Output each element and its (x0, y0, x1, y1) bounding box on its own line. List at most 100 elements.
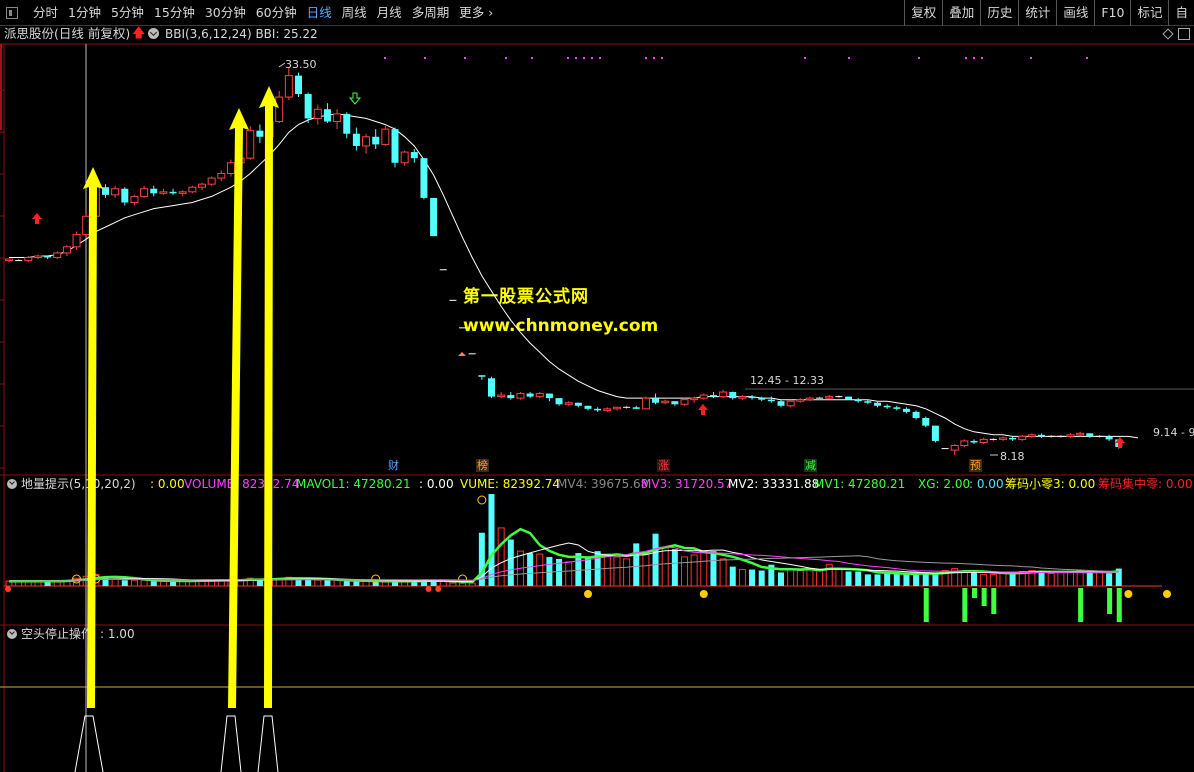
candle-body-down (1009, 437, 1017, 440)
volume-bar (845, 571, 852, 586)
candle-body-down (430, 197, 438, 237)
candle-body-down (44, 255, 52, 258)
marker-reduce[interactable]: 减 (804, 459, 817, 472)
timeframe-tab-3[interactable]: 15分钟 (149, 0, 200, 26)
event-dot (464, 57, 466, 59)
stock-chart[interactable] (0, 0, 1194, 772)
volume-bar (516, 550, 524, 587)
low-price-annotation: 8.18 (1000, 450, 1025, 463)
marker-forecast[interactable]: 预 (969, 459, 982, 472)
volume-bar (507, 539, 514, 586)
candle-body-down (874, 402, 881, 406)
volume-bar (401, 580, 409, 587)
timeframe-tab-9[interactable]: 多周期 (407, 0, 455, 26)
volume-bar (671, 549, 678, 586)
volume-bar (468, 582, 476, 587)
signal-spike (74, 715, 104, 772)
candle-body-down (864, 401, 872, 403)
toolbar-button-6[interactable]: 标记 (1130, 0, 1168, 26)
volume-bar (738, 569, 746, 587)
volume-bar (585, 556, 591, 586)
candle-body-down (574, 402, 582, 406)
volume-value-0: : 0.00 (150, 477, 185, 491)
candle-body-up (497, 394, 506, 398)
volume-bar (459, 582, 467, 587)
volume-bar (796, 570, 804, 587)
timeframe-tab-8[interactable]: 月线 (372, 0, 407, 26)
volume-value-4: VUME: 82392.74 (460, 477, 561, 491)
timeframe-tab-6[interactable]: 日线 (302, 0, 337, 26)
volume-ma-20 (9, 546, 1119, 582)
volume-bar (130, 579, 138, 587)
high-price-annotation: 33.50 (285, 58, 317, 71)
volume-bar (449, 582, 457, 587)
volume-bar (1095, 571, 1103, 587)
volume-value-10: : 0.00 (969, 477, 1004, 491)
volume-bar (536, 553, 544, 587)
candle-body-down (767, 399, 775, 402)
candle-body-up (950, 445, 959, 451)
toolbar-button-4[interactable]: 画线 (1056, 0, 1094, 26)
timeframe-tab-4[interactable]: 30分钟 (200, 0, 251, 26)
volume-bar (864, 574, 871, 586)
low-volume-signal-bar (962, 588, 968, 622)
toolbar-button-0[interactable]: 复权 (904, 0, 942, 26)
candle-body-up (333, 113, 342, 122)
volume-value-1: VOLUME: 82392.74 (184, 477, 300, 491)
volume-bar (806, 568, 814, 587)
marker-ranking[interactable]: 榜 (476, 459, 489, 472)
diamond-icon[interactable] (1162, 28, 1174, 40)
volume-value-7: MV2: 33331.88 (728, 477, 820, 491)
timeframe-tab-7[interactable]: 周线 (337, 0, 372, 26)
candle-body-up (53, 252, 62, 259)
main-chart-header: 派思股份(日线 前复权) 🡅 BBI(3,6,12,24) BBI: 25.22 (0, 26, 1194, 44)
bbi-indicator[interactable]: BBI(3,6,12,24) BBI: 25.22 (165, 26, 318, 42)
bbi-line (9, 113, 1139, 439)
signal-panel-menu-icon[interactable] (7, 629, 17, 639)
volume-ma-5 (9, 527, 1119, 584)
marker-financial[interactable]: 财 (387, 459, 400, 472)
indicator-menu-icon[interactable] (148, 28, 159, 39)
timeframe-tab-2[interactable]: 5分钟 (106, 0, 149, 26)
toolbar-button-3[interactable]: 统计 (1018, 0, 1056, 26)
signal-panel-value: : 1.00 (100, 627, 135, 641)
candle-body-up (62, 246, 71, 254)
marker-limit-up[interactable]: 涨 (657, 459, 670, 472)
volume-bar (787, 569, 795, 587)
candle-body-down (150, 188, 158, 194)
volume-bar (700, 551, 708, 587)
volume-bar (1009, 572, 1016, 586)
low-volume-signal-bar (923, 588, 929, 622)
volume-bar (835, 569, 843, 587)
signal-lines (74, 715, 279, 772)
volume-panel-menu-icon[interactable] (7, 479, 17, 489)
timeframe-tab-5[interactable]: 60分钟 (251, 0, 302, 26)
event-dot (567, 57, 569, 59)
timeframe-tab-0[interactable]: 分时 (28, 0, 63, 26)
candle-body-down (748, 396, 756, 399)
volume-bar (362, 580, 370, 587)
volume-red-dot (435, 586, 442, 592)
candle-body-up (603, 408, 612, 411)
toolbar-button-5[interactable]: F10 (1094, 0, 1130, 26)
volume-bar (980, 573, 988, 587)
candle-body-up (33, 255, 42, 259)
candle-body-down (169, 191, 177, 194)
candle-body-up (246, 130, 255, 159)
toolbar-button-1[interactable]: 叠加 (942, 0, 980, 26)
candle-body-down (478, 375, 486, 377)
candle-body-up (680, 399, 689, 405)
volume-ring-signal (477, 495, 487, 505)
panel-toggle-icon[interactable] (6, 7, 18, 19)
candle-body-up (998, 437, 1007, 440)
low-volume-signal-bar (981, 588, 987, 606)
timeframe-tab-10[interactable]: 更多 (454, 0, 498, 26)
window-control-icon[interactable] (1178, 28, 1190, 40)
volume-bar (681, 556, 688, 587)
candle-body-up (661, 400, 670, 404)
candle-body-down (555, 398, 563, 405)
toolbar-button-2[interactable]: 历史 (980, 0, 1018, 26)
candle-body-up (641, 397, 650, 410)
toolbar-button-7[interactable]: 自 (1168, 0, 1194, 26)
timeframe-tab-1[interactable]: 1分钟 (63, 0, 106, 26)
